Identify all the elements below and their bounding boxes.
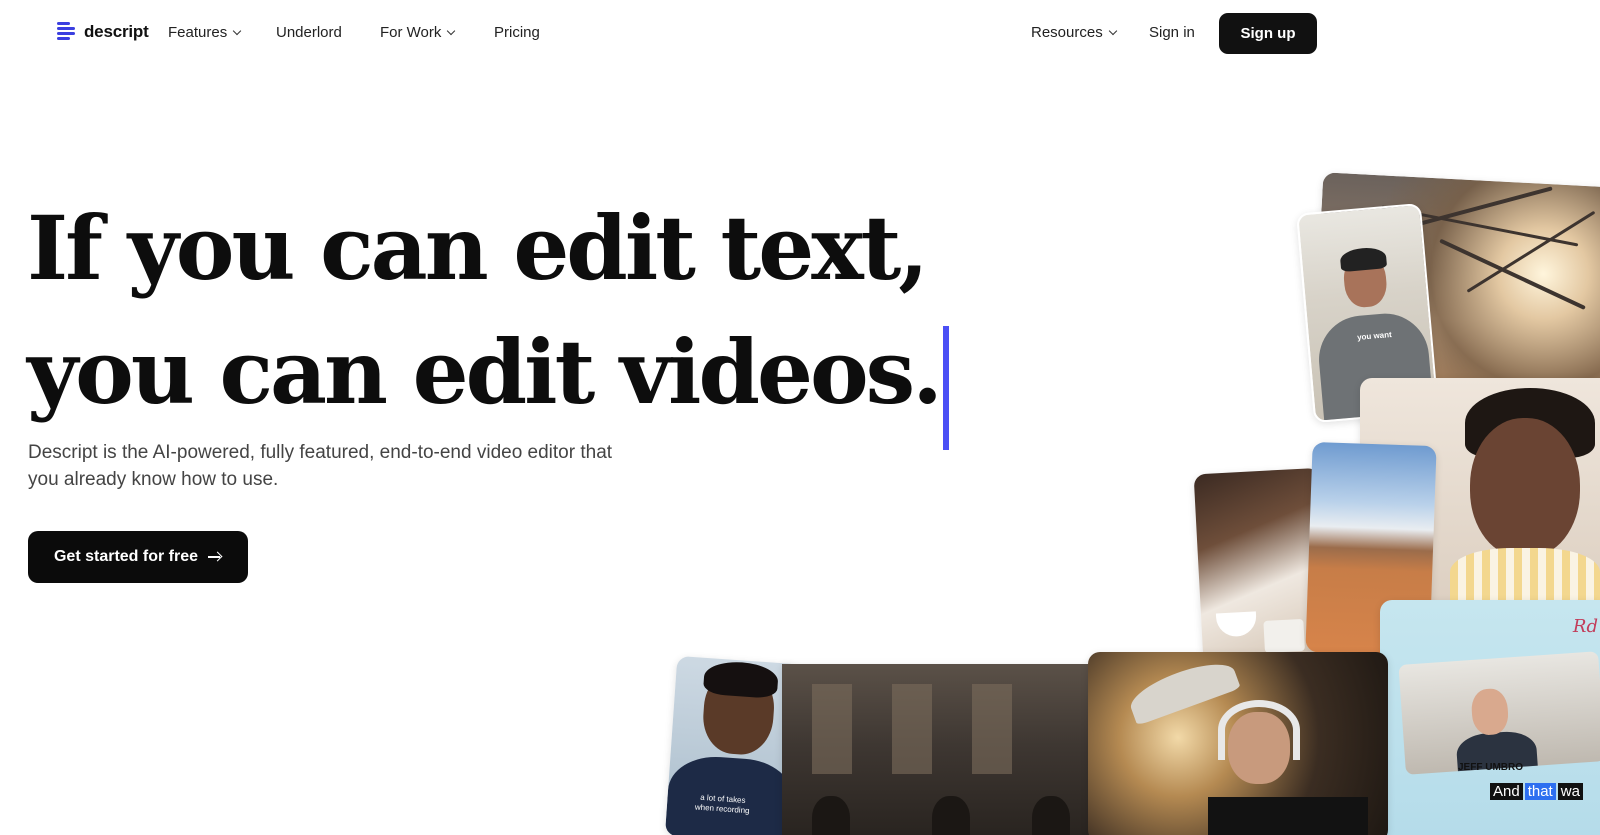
nav-for-work-label: For Work — [380, 24, 442, 41]
caption-word-highlighted: that — [1524, 783, 1556, 800]
studio-video-thumbnail — [782, 664, 1092, 835]
arrow-right-icon — [208, 552, 222, 562]
nav-resources[interactable]: Resources — [1031, 24, 1117, 41]
top-navigation: descript Features Underlord For Work Pri… — [0, 0, 1600, 66]
descript-logo[interactable]: descript — [57, 20, 149, 44]
chevron-down-icon — [232, 26, 242, 35]
logo-text: descript — [84, 22, 149, 41]
nav-pricing[interactable]: Pricing — [494, 24, 540, 41]
sign-up-button[interactable]: Sign up — [1219, 13, 1317, 54]
nav-features-label: Features — [168, 24, 228, 41]
chevron-down-icon — [1108, 26, 1117, 35]
headline-line-2-wrap: you can edit videos. — [27, 304, 949, 450]
nav-pricing-label: Pricing — [494, 24, 540, 41]
hero-subheadline: Descript is the AI-powered, fully featur… — [28, 442, 613, 490]
nav-resources-label: Resources — [1031, 24, 1103, 41]
sign-in-link[interactable]: Sign in — [1149, 24, 1195, 41]
caption-words: And that wa — [1490, 783, 1583, 800]
nav-for-work[interactable]: For Work — [380, 24, 456, 41]
headphones-video-thumbnail — [1088, 652, 1388, 835]
nav-underlord-label: Underlord — [276, 24, 342, 41]
podcast-logo: Rd — [1572, 616, 1598, 637]
get-started-button[interactable]: Get started for free — [28, 531, 248, 583]
headline-line-2: you can edit videos. — [27, 320, 943, 424]
video-caption: a lot of takes when recording — [695, 792, 751, 816]
caption-word: wa — [1557, 783, 1583, 800]
nav-underlord[interactable]: Underlord — [276, 24, 342, 41]
nav-features[interactable]: Features — [168, 24, 242, 41]
caption-word: And — [1490, 783, 1523, 800]
descript-logo-icon — [57, 20, 77, 44]
chevron-down-icon — [447, 26, 456, 35]
speaker-name: JEFF UMBRO — [1458, 762, 1523, 773]
podcast-frame — [1398, 651, 1600, 775]
sign-in-label: Sign in — [1149, 24, 1195, 41]
get-started-label: Get started for free — [53, 548, 199, 565]
headline-line-1: If you can edit text, — [27, 196, 929, 300]
podcast-video-thumbnail: Rd JEFF UMBRO And that wa — [1380, 600, 1600, 835]
hero-headline: If you can edit text, you can edit video… — [27, 192, 949, 450]
text-cursor — [942, 326, 949, 450]
